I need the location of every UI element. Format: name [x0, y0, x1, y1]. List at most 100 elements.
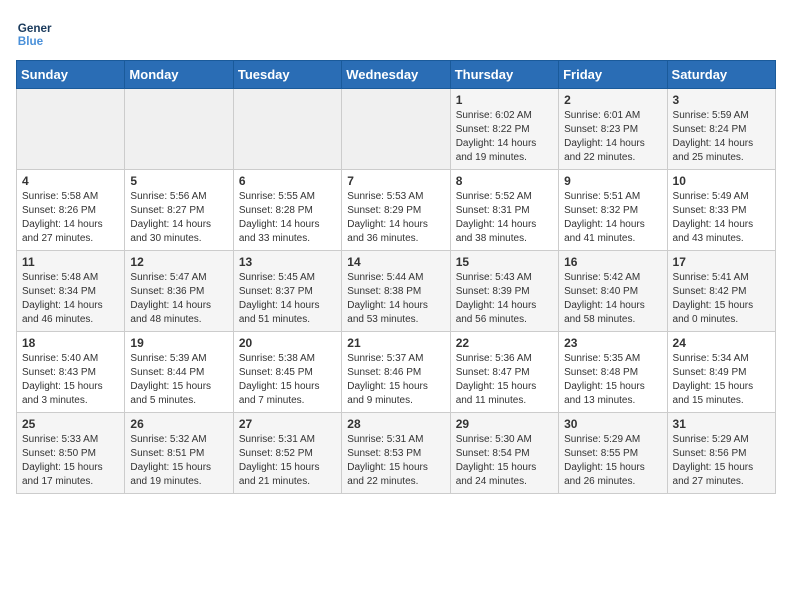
day-number: 5 [130, 174, 227, 188]
calendar-day-cell: 10 Sunrise: 5:49 AM Sunset: 8:33 PM Dayli… [667, 170, 775, 251]
day-number: 6 [239, 174, 336, 188]
day-number: 29 [456, 417, 553, 431]
calendar-week-row: 18 Sunrise: 5:40 AM Sunset: 8:43 PM Dayli… [17, 332, 776, 413]
calendar-day-cell: 31 Sunrise: 5:29 AM Sunset: 8:56 PM Dayli… [667, 413, 775, 494]
calendar-day-cell: 2Sunrise: 6:01 AM Sunset: 8:23 PM Daylig… [559, 89, 667, 170]
day-number: 26 [130, 417, 227, 431]
calendar-week-row: 25Sunrise: 5:33 AM Sunset: 8:50 PM Dayli… [17, 413, 776, 494]
calendar-day-cell: 25Sunrise: 5:33 AM Sunset: 8:50 PM Dayli… [17, 413, 125, 494]
column-header-monday: Monday [125, 61, 233, 89]
day-number: 3 [673, 93, 770, 107]
day-info: Sunrise: 5:45 AM Sunset: 8:37 PM Dayligh… [239, 271, 336, 327]
day-info: Sunrise: 5:36 AM Sunset: 8:47 PM Dayligh… [456, 352, 553, 408]
calendar-table: SundayMondayTuesdayWednesdayThursdayFrid… [16, 60, 776, 494]
day-info: Sunrise: 5:58 AM Sunset: 8:26 PM Dayligh… [22, 190, 119, 246]
day-info: Sunrise: 5:37 AM Sunset: 8:46 PM Dayligh… [347, 352, 444, 408]
calendar-day-cell: 28Sunrise: 5:31 AM Sunset: 8:53 PM Dayli… [342, 413, 450, 494]
calendar-day-cell: 6 Sunrise: 5:55 AM Sunset: 8:28 PM Daylig… [233, 170, 341, 251]
svg-text:General: General [18, 22, 52, 35]
day-number: 11 [22, 255, 119, 269]
calendar-day-cell: 7 Sunrise: 5:53 AM Sunset: 8:29 PM Daylig… [342, 170, 450, 251]
calendar-day-cell [233, 89, 341, 170]
day-number: 19 [130, 336, 227, 350]
day-number: 15 [456, 255, 553, 269]
column-header-friday: Friday [559, 61, 667, 89]
day-info: Sunrise: 5:51 AM Sunset: 8:32 PM Dayligh… [564, 190, 661, 246]
column-header-thursday: Thursday [450, 61, 558, 89]
calendar-day-cell: 13 Sunrise: 5:45 AM Sunset: 8:37 PM Dayli… [233, 251, 341, 332]
day-info: Sunrise: 5:39 AM Sunset: 8:44 PM Dayligh… [130, 352, 227, 408]
day-number: 8 [456, 174, 553, 188]
day-info: Sunrise: 5:56 AM Sunset: 8:27 PM Dayligh… [130, 190, 227, 246]
day-info: Sunrise: 6:02 AM Sunset: 8:22 PM Dayligh… [456, 109, 553, 165]
day-info: Sunrise: 5:41 AM Sunset: 8:42 PM Dayligh… [673, 271, 770, 327]
day-info: Sunrise: 5:55 AM Sunset: 8:28 PM Dayligh… [239, 190, 336, 246]
svg-text:Blue: Blue [18, 35, 44, 48]
day-info: Sunrise: 5:47 AM Sunset: 8:36 PM Dayligh… [130, 271, 227, 327]
column-header-tuesday: Tuesday [233, 61, 341, 89]
day-info: Sunrise: 5:32 AM Sunset: 8:51 PM Dayligh… [130, 433, 227, 489]
day-info: Sunrise: 5:33 AM Sunset: 8:50 PM Dayligh… [22, 433, 119, 489]
day-info: Sunrise: 5:31 AM Sunset: 8:52 PM Dayligh… [239, 433, 336, 489]
day-info: Sunrise: 5:35 AM Sunset: 8:48 PM Dayligh… [564, 352, 661, 408]
day-number: 17 [673, 255, 770, 269]
day-info: Sunrise: 5:30 AM Sunset: 8:54 PM Dayligh… [456, 433, 553, 489]
day-info: Sunrise: 5:40 AM Sunset: 8:43 PM Dayligh… [22, 352, 119, 408]
day-number: 30 [564, 417, 661, 431]
calendar-day-cell: 16 Sunrise: 5:42 AM Sunset: 8:40 PM Dayli… [559, 251, 667, 332]
calendar-day-cell: 11 Sunrise: 5:48 AM Sunset: 8:34 PM Dayli… [17, 251, 125, 332]
day-info: Sunrise: 5:48 AM Sunset: 8:34 PM Dayligh… [22, 271, 119, 327]
calendar-week-row: 11 Sunrise: 5:48 AM Sunset: 8:34 PM Dayli… [17, 251, 776, 332]
calendar-day-cell: 22 Sunrise: 5:36 AM Sunset: 8:47 PM Dayli… [450, 332, 558, 413]
day-number: 22 [456, 336, 553, 350]
calendar-day-cell: 19 Sunrise: 5:39 AM Sunset: 8:44 PM Dayli… [125, 332, 233, 413]
page-header: General Blue [16, 16, 776, 52]
day-number: 7 [347, 174, 444, 188]
day-number: 31 [673, 417, 770, 431]
day-info: Sunrise: 5:49 AM Sunset: 8:33 PM Dayligh… [673, 190, 770, 246]
calendar-day-cell [17, 89, 125, 170]
day-info: Sunrise: 5:29 AM Sunset: 8:56 PM Dayligh… [673, 433, 770, 489]
day-info: Sunrise: 5:42 AM Sunset: 8:40 PM Dayligh… [564, 271, 661, 327]
day-number: 4 [22, 174, 119, 188]
calendar-day-cell: 17 Sunrise: 5:41 AM Sunset: 8:42 PM Dayli… [667, 251, 775, 332]
calendar-day-cell: 12Sunrise: 5:47 AM Sunset: 8:36 PM Dayli… [125, 251, 233, 332]
logo: General Blue [16, 16, 52, 52]
calendar-header-row: SundayMondayTuesdayWednesdayThursdayFrid… [17, 61, 776, 89]
day-number: 13 [239, 255, 336, 269]
calendar-week-row: 1Sunrise: 6:02 AM Sunset: 8:22 PM Daylig… [17, 89, 776, 170]
calendar-day-cell: 9Sunrise: 5:51 AM Sunset: 8:32 PM Daylig… [559, 170, 667, 251]
day-number: 10 [673, 174, 770, 188]
calendar-week-row: 4 Sunrise: 5:58 AM Sunset: 8:26 PM Daylig… [17, 170, 776, 251]
day-number: 14 [347, 255, 444, 269]
day-number: 23 [564, 336, 661, 350]
day-number: 18 [22, 336, 119, 350]
day-info: Sunrise: 5:38 AM Sunset: 8:45 PM Dayligh… [239, 352, 336, 408]
day-info: Sunrise: 5:59 AM Sunset: 8:24 PM Dayligh… [673, 109, 770, 165]
day-number: 28 [347, 417, 444, 431]
day-number: 20 [239, 336, 336, 350]
day-number: 24 [673, 336, 770, 350]
day-number: 16 [564, 255, 661, 269]
calendar-day-cell: 24 Sunrise: 5:34 AM Sunset: 8:49 PM Dayli… [667, 332, 775, 413]
day-info: Sunrise: 5:53 AM Sunset: 8:29 PM Dayligh… [347, 190, 444, 246]
column-header-wednesday: Wednesday [342, 61, 450, 89]
calendar-day-cell [342, 89, 450, 170]
calendar-day-cell: 29 Sunrise: 5:30 AM Sunset: 8:54 PM Dayli… [450, 413, 558, 494]
calendar-day-cell: 30 Sunrise: 5:29 AM Sunset: 8:55 PM Dayli… [559, 413, 667, 494]
calendar-day-cell: 1Sunrise: 6:02 AM Sunset: 8:22 PM Daylig… [450, 89, 558, 170]
calendar-day-cell: 15 Sunrise: 5:43 AM Sunset: 8:39 PM Dayli… [450, 251, 558, 332]
calendar-day-cell: 20 Sunrise: 5:38 AM Sunset: 8:45 PM Dayli… [233, 332, 341, 413]
calendar-day-cell: 5 Sunrise: 5:56 AM Sunset: 8:27 PM Daylig… [125, 170, 233, 251]
calendar-day-cell [125, 89, 233, 170]
day-number: 27 [239, 417, 336, 431]
calendar-day-cell: 21Sunrise: 5:37 AM Sunset: 8:46 PM Dayli… [342, 332, 450, 413]
day-info: Sunrise: 5:43 AM Sunset: 8:39 PM Dayligh… [456, 271, 553, 327]
day-info: Sunrise: 5:29 AM Sunset: 8:55 PM Dayligh… [564, 433, 661, 489]
calendar-day-cell: 14 Sunrise: 5:44 AM Sunset: 8:38 PM Dayli… [342, 251, 450, 332]
logo-icon: General Blue [16, 16, 52, 52]
day-info: Sunrise: 5:44 AM Sunset: 8:38 PM Dayligh… [347, 271, 444, 327]
calendar-day-cell: 3 Sunrise: 5:59 AM Sunset: 8:24 PM Daylig… [667, 89, 775, 170]
day-info: Sunrise: 5:34 AM Sunset: 8:49 PM Dayligh… [673, 352, 770, 408]
calendar-day-cell: 4 Sunrise: 5:58 AM Sunset: 8:26 PM Daylig… [17, 170, 125, 251]
